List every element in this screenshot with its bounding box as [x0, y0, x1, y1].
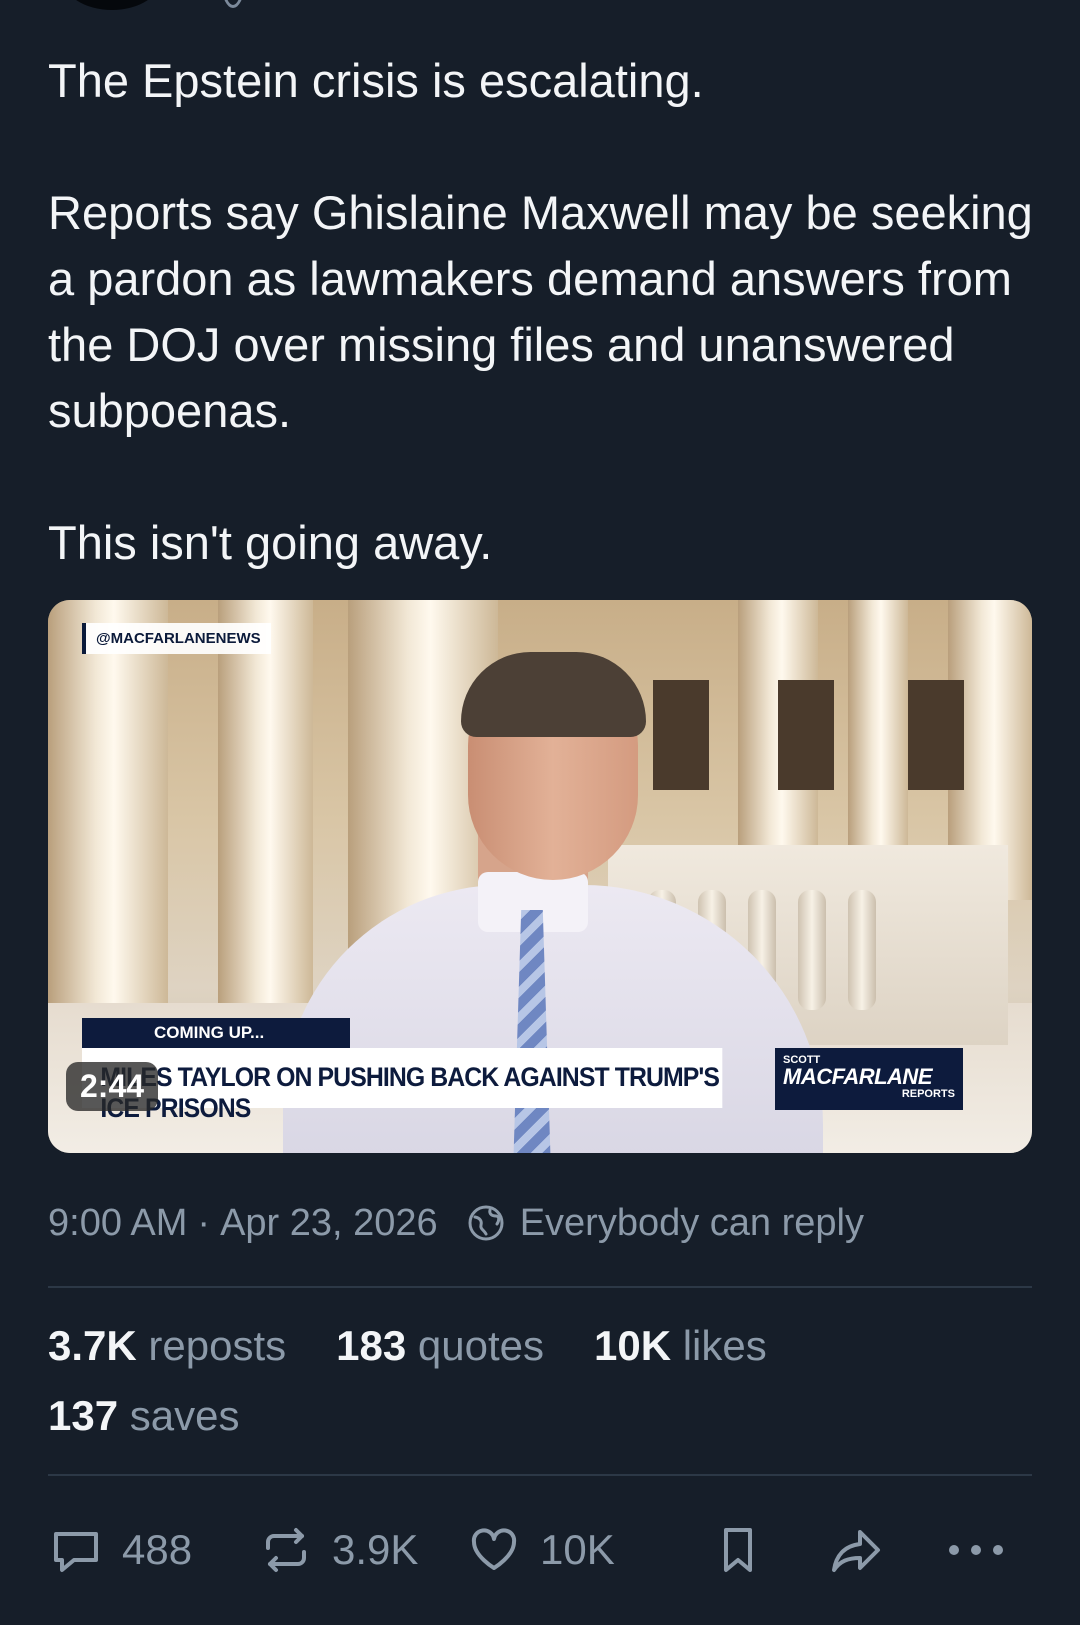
engagement-stats-row: 137 saves: [48, 1392, 239, 1440]
like-button[interactable]: 10K: [466, 1522, 710, 1578]
doorway-decor: [653, 680, 709, 790]
more-button[interactable]: [946, 1540, 1006, 1560]
doorway-decor: [778, 680, 834, 790]
reply-setting[interactable]: Everybody can reply: [520, 1202, 864, 1245]
saves-count: 137: [48, 1392, 119, 1439]
baluster-decor: [798, 890, 826, 1010]
author-handle-edge: [222, 0, 244, 8]
reply-button[interactable]: 488: [48, 1522, 258, 1578]
post-detail: The Epstein crisis is escalating. Report…: [0, 0, 1080, 1625]
action-bar: 488 3.9K 10K: [48, 1520, 1032, 1580]
globe-icon: [466, 1203, 506, 1243]
divider: [48, 1474, 1032, 1476]
video-player[interactable]: @MACFARLANENEWS COMING UP... MILES TAYLO…: [48, 600, 1032, 1153]
coming-up-banner: COMING UP...: [82, 1018, 350, 1048]
share-button[interactable]: [826, 1522, 946, 1578]
headline-banner: MILES TAYLOR ON PUSHING BACK AGAINST TRU…: [82, 1048, 723, 1123]
presenter-hair: [461, 652, 646, 737]
repost-arrows-icon: [258, 1522, 314, 1578]
saves-label: saves: [129, 1392, 240, 1439]
brand-main: MACFARLANE: [783, 1064, 933, 1089]
brand-sub: REPORTS: [901, 1088, 955, 1100]
post-paragraph: The Epstein crisis is escalating.: [48, 54, 704, 107]
post-text: The Epstein crisis is escalating. Report…: [48, 48, 1038, 576]
post-meta: 9:00 AM · Apr 23, 2026 Everybody can rep…: [48, 1198, 864, 1248]
repost-button[interactable]: 3.9K: [258, 1522, 466, 1578]
divider: [48, 1286, 1032, 1288]
speech-bubble-icon: [48, 1522, 104, 1578]
likes-label: likes: [682, 1322, 767, 1369]
baluster-decor: [848, 890, 876, 1010]
reply-count: 488: [122, 1526, 193, 1573]
reposts-count: 3.7K: [48, 1322, 137, 1369]
likes-count: 10K: [593, 1322, 672, 1369]
engagement-stats-row: 3.7K reposts 183 quotes 10K likes: [48, 1322, 767, 1370]
quotes-count: 183: [336, 1322, 407, 1369]
more-dots-icon: [946, 1540, 1006, 1560]
post-date[interactable]: Apr 23, 2026: [220, 1202, 438, 1245]
reposts-stat[interactable]: 3.7K reposts: [48, 1322, 286, 1370]
likes-stat[interactable]: 10K likes: [594, 1322, 767, 1370]
meta-separator: ·: [197, 1201, 211, 1244]
doorway-decor: [908, 680, 964, 790]
quotes-label: quotes: [417, 1322, 544, 1369]
column-decor: [48, 600, 168, 1040]
post-time[interactable]: 9:00 AM: [48, 1202, 187, 1245]
reposts-label: reposts: [148, 1322, 287, 1369]
bookmark-icon: [710, 1522, 766, 1578]
saves-stat[interactable]: 137 saves: [48, 1392, 239, 1440]
heart-icon: [466, 1522, 522, 1578]
quotes-stat[interactable]: 183 quotes: [336, 1322, 544, 1370]
column-decor: [218, 600, 313, 1040]
bookmark-button[interactable]: [710, 1522, 826, 1578]
repost-count: 3.9K: [332, 1526, 419, 1573]
brand-logo: SCOTT MACFARLANE REPORTS: [775, 1048, 963, 1110]
share-arrow-icon: [826, 1522, 886, 1578]
like-count: 10K: [540, 1526, 615, 1573]
video-duration-badge: 2:44: [66, 1062, 159, 1111]
channel-watermark: @MACFARLANENEWS: [82, 623, 271, 654]
post-paragraph: Reports say Ghislaine Maxwell may be see…: [48, 186, 1033, 437]
post-paragraph: This isn't going away.: [48, 516, 493, 569]
column-decor: [848, 600, 908, 860]
author-avatar[interactable]: [62, 0, 162, 10]
